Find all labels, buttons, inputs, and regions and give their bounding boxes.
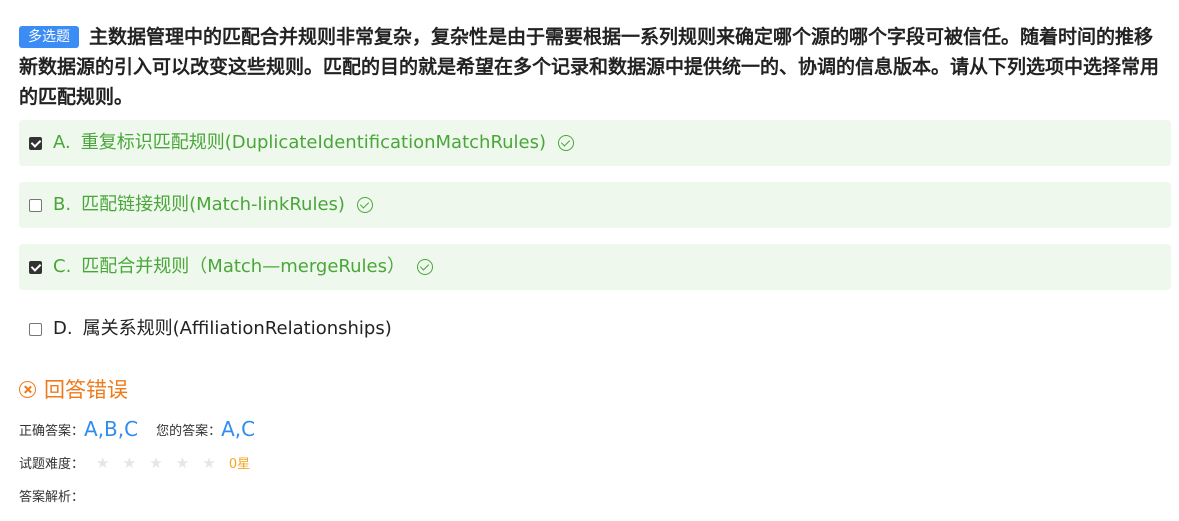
option-c-key: C. [53,256,72,277]
option-d[interactable]: D. 属关系规则(AffiliationRelationships) [19,306,1171,352]
option-d-key: D. [53,318,73,339]
option-a-key: A. [53,132,71,153]
star-icon: ★ [96,453,110,472]
result-text: 回答错误 [44,378,128,402]
star-icon: ★ [202,453,216,472]
option-c-checkbox[interactable] [29,260,42,274]
option-c-label: 匹配合并规则（Match—mergeRules） [81,256,405,277]
option-b[interactable]: B. 匹配链接规则(Match-linkRules) [19,182,1171,228]
analysis-row: 答案解析： [19,486,84,505]
star-icon: ★ [175,453,190,472]
star-icon: ★ [149,453,163,472]
option-a-checkbox[interactable] [29,136,42,150]
question-text: 主数据管理中的匹配合并规则非常复杂，复杂性是由于需要根据一系列规则来确定哪个源的… [19,26,1160,108]
correct-answer-label: 正确答案： [19,423,85,439]
answer-summary: 正确答案： A,B,C 您的答案： A,C [19,417,273,441]
option-d-checkbox[interactable] [29,322,42,336]
difficulty-row: 试题难度： ★ ★ ★ ★ ★ 0星 [19,453,251,473]
correct-answer-value: A,B,C [84,417,139,441]
question-type-tag: 多选题 [19,26,79,48]
option-b-checkbox[interactable] [29,198,42,212]
your-answer-label: 您的答案： [156,423,222,439]
option-d-label: 属关系规则(AffiliationRelationships) [82,318,392,339]
your-answer-value: A,C [221,417,256,441]
check-circle-icon [558,135,575,151]
result-status: 回答错误 [19,374,128,404]
option-b-label: 匹配链接规则(Match-linkRules) [81,194,345,215]
option-a-label: 重复标识匹配规则(DuplicateIdentificationMatchRul… [80,132,547,153]
option-c[interactable]: C. 匹配合并规则（Match—mergeRules） [19,244,1171,290]
star-icon: ★ [122,453,137,472]
option-b-key: B. [53,194,72,215]
question-stem: 多选题 主数据管理中的匹配合并规则非常复杂，复杂性是由于需要根据一系列规则来确定哪… [19,22,1169,112]
close-circle-icon [19,380,36,398]
difficulty-stars: ★ ★ ★ ★ ★ [96,454,225,472]
check-circle-icon [356,197,373,213]
option-a[interactable]: A. 重复标识匹配规则(DuplicateIdentificationMatch… [19,120,1171,166]
difficulty-value: 0星 [228,457,251,472]
analysis-label: 答案解析： [19,490,85,505]
difficulty-label: 试题难度： [19,457,85,472]
check-circle-icon [416,259,433,275]
